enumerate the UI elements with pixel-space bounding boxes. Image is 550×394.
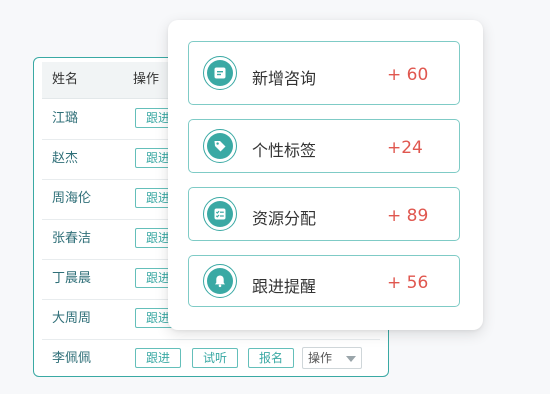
table-row: 李佩佩 跟进 试听 报名 操作 (42, 339, 380, 376)
operation-select-value: 操作 (308, 351, 333, 365)
bell-icon (203, 264, 237, 298)
stat-label: 个性标签 (252, 141, 317, 160)
follow-button[interactable]: 跟进 (135, 348, 181, 368)
tag-icon (203, 129, 237, 163)
stat-label: 跟进提醒 (252, 277, 317, 296)
stat-label: 新增咨询 (252, 69, 317, 88)
stat-card-resource-allocation[interactable]: 资源分配 + 89 (188, 187, 460, 241)
stat-label: 资源分配 (252, 209, 317, 228)
signup-button[interactable]: 报名 (248, 348, 294, 368)
stat-value: + 60 (387, 65, 429, 85)
message-icon (203, 56, 237, 90)
student-name: 张春洁 (52, 231, 92, 246)
student-name: 江璐 (52, 111, 79, 126)
column-header-name: 姓名 (52, 72, 79, 87)
trial-button[interactable]: 试听 (192, 348, 238, 368)
stat-card-follow-up-reminder[interactable]: 跟进提醒 + 56 (188, 255, 460, 307)
checklist-icon (203, 197, 237, 231)
stat-value: +24 (387, 138, 423, 158)
stat-value: + 56 (387, 273, 429, 293)
stats-panel: 新增咨询 + 60 个性标签 +24 资源分配 + 89 跟进提醒 + 56 (168, 20, 483, 330)
operation-select[interactable]: 操作 (302, 347, 362, 369)
stat-card-new-inquiry[interactable]: 新增咨询 + 60 (188, 41, 460, 105)
stat-card-tags[interactable]: 个性标签 +24 (188, 119, 460, 173)
column-header-operation: 操作 (133, 72, 160, 87)
stat-value: + 89 (387, 206, 429, 226)
chevron-down-icon (346, 356, 356, 362)
student-name: 赵杰 (52, 151, 79, 166)
student-name: 丁晨晨 (52, 271, 92, 286)
stage: 姓名 操作 江璐 跟进 试听 报名 赵杰 跟进 试听 报名 周海伦 跟进 试听 … (0, 0, 550, 394)
student-name: 李佩佩 (52, 351, 92, 366)
student-name: 周海伦 (52, 191, 92, 206)
student-name: 大周周 (52, 311, 92, 326)
